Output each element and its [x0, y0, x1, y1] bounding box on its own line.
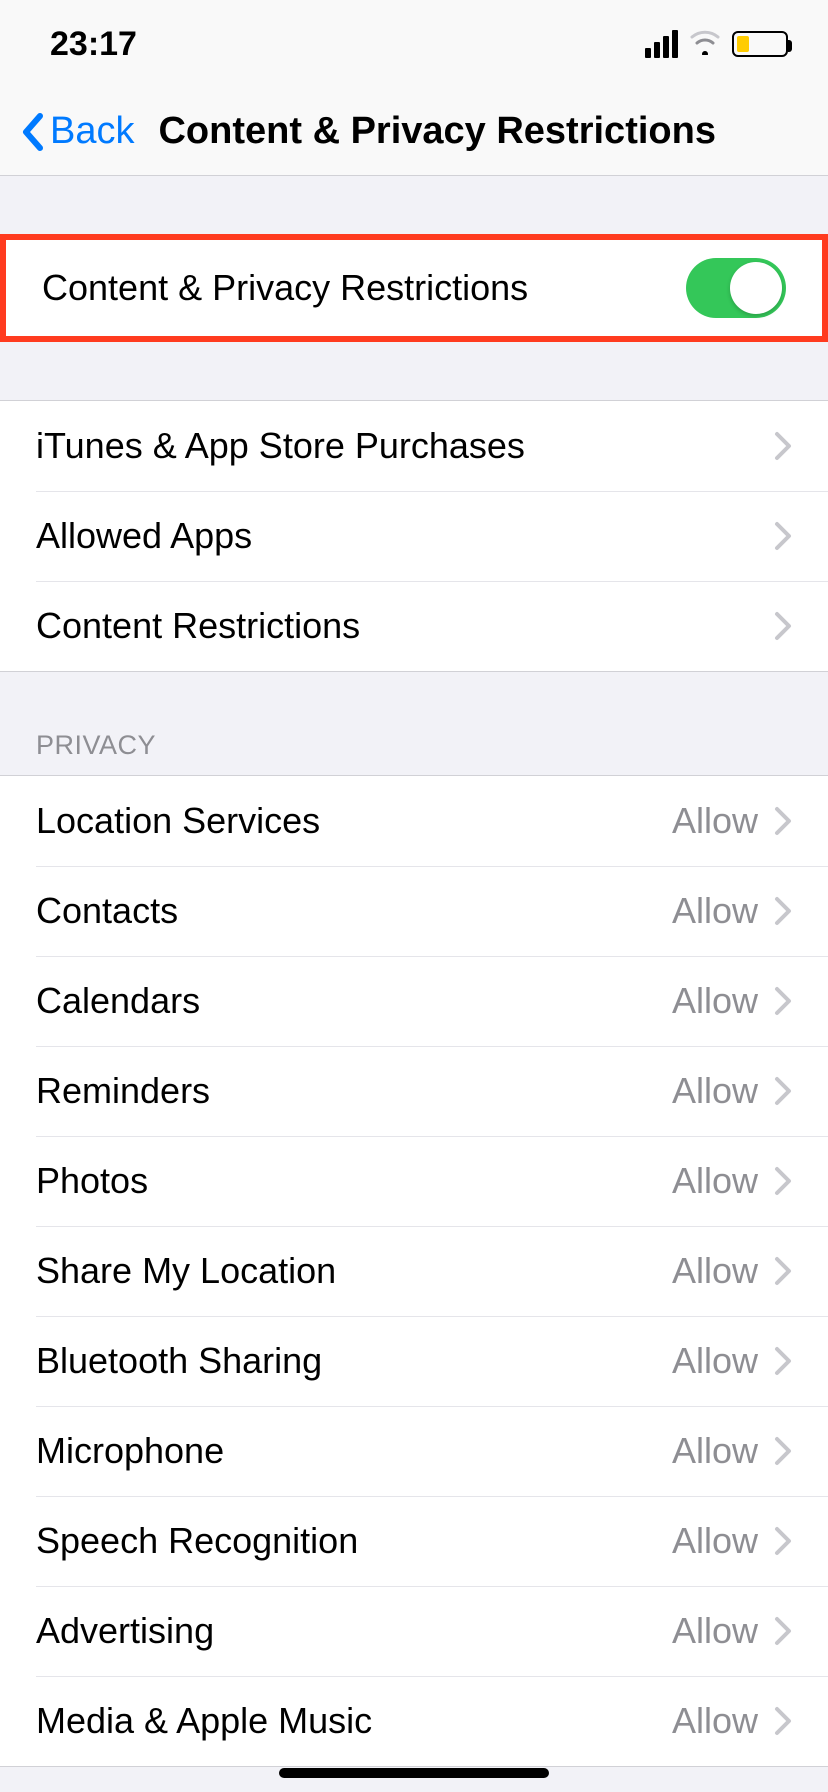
chevron-right-icon — [774, 521, 792, 551]
battery-icon — [732, 31, 788, 57]
chevron-right-icon — [774, 1706, 792, 1736]
chevron-right-icon — [774, 431, 792, 461]
row-label: Share My Location — [36, 1250, 672, 1292]
privacy-group: Location Services Allow Contacts Allow C… — [0, 775, 828, 1767]
wifi-icon — [688, 25, 722, 64]
chevron-right-icon — [774, 1076, 792, 1106]
toggle-label: Content & Privacy Restrictions — [42, 267, 686, 309]
chevron-right-icon — [774, 986, 792, 1016]
row-label: Media & Apple Music — [36, 1700, 672, 1742]
allowed-apps-row[interactable]: Allowed Apps — [0, 491, 828, 581]
row-value: Allow — [672, 1070, 758, 1112]
calendars-row[interactable]: Calendars Allow — [0, 956, 828, 1046]
row-value: Allow — [672, 800, 758, 842]
back-button[interactable]: Back — [10, 110, 134, 153]
row-label: Allowed Apps — [36, 515, 774, 557]
advertising-row[interactable]: Advertising Allow — [0, 1586, 828, 1676]
row-value: Allow — [672, 890, 758, 932]
chevron-right-icon — [774, 1526, 792, 1556]
privacy-group-header: Privacy — [0, 672, 828, 775]
photos-row[interactable]: Photos Allow — [0, 1136, 828, 1226]
microphone-row[interactable]: Microphone Allow — [0, 1406, 828, 1496]
row-label: Location Services — [36, 800, 672, 842]
row-label: Contacts — [36, 890, 672, 932]
row-label: Bluetooth Sharing — [36, 1340, 672, 1382]
row-label: Calendars — [36, 980, 672, 1022]
row-value: Allow — [672, 1250, 758, 1292]
row-value: Allow — [672, 1430, 758, 1472]
row-value: Allow — [672, 1160, 758, 1202]
bluetooth-sharing-row[interactable]: Bluetooth Sharing Allow — [0, 1316, 828, 1406]
chevron-right-icon — [774, 806, 792, 836]
row-label: iTunes & App Store Purchases — [36, 425, 774, 467]
restrictions-group: iTunes & App Store Purchases Allowed App… — [0, 400, 828, 672]
row-label: Reminders — [36, 1070, 672, 1112]
row-value: Allow — [672, 1520, 758, 1562]
chevron-right-icon — [774, 1616, 792, 1646]
content-privacy-toggle-row[interactable]: Content & Privacy Restrictions — [6, 240, 822, 336]
row-label: Speech Recognition — [36, 1520, 672, 1562]
row-label: Content Restrictions — [36, 605, 774, 647]
cellular-signal-icon — [645, 30, 678, 58]
status-time: 23:17 — [50, 25, 137, 64]
chevron-right-icon — [774, 1436, 792, 1466]
home-indicator[interactable] — [279, 1768, 549, 1778]
row-label: Photos — [36, 1160, 672, 1202]
speech-recognition-row[interactable]: Speech Recognition Allow — [0, 1496, 828, 1586]
media-apple-music-row[interactable]: Media & Apple Music Allow — [0, 1676, 828, 1766]
reminders-row[interactable]: Reminders Allow — [0, 1046, 828, 1136]
row-value: Allow — [672, 1610, 758, 1652]
content-privacy-switch[interactable] — [686, 258, 786, 318]
content-restrictions-row[interactable]: Content Restrictions — [0, 581, 828, 671]
status-bar: 23:17 — [0, 0, 828, 88]
highlight-annotation: Content & Privacy Restrictions — [0, 234, 828, 342]
row-value: Allow — [672, 1700, 758, 1742]
chevron-left-icon — [20, 112, 46, 152]
nav-bar: Back Content & Privacy Restrictions — [0, 88, 828, 176]
itunes-purchases-row[interactable]: iTunes & App Store Purchases — [0, 401, 828, 491]
location-services-row[interactable]: Location Services Allow — [0, 776, 828, 866]
row-value: Allow — [672, 980, 758, 1022]
row-value: Allow — [672, 1340, 758, 1382]
page-title: Content & Privacy Restrictions — [158, 110, 715, 153]
chevron-right-icon — [774, 896, 792, 926]
contacts-row[interactable]: Contacts Allow — [0, 866, 828, 956]
chevron-right-icon — [774, 611, 792, 641]
chevron-right-icon — [774, 1256, 792, 1286]
row-label: Microphone — [36, 1430, 672, 1472]
chevron-right-icon — [774, 1346, 792, 1376]
chevron-right-icon — [774, 1166, 792, 1196]
status-indicators — [645, 25, 788, 64]
share-my-location-row[interactable]: Share My Location Allow — [0, 1226, 828, 1316]
row-label: Advertising — [36, 1610, 672, 1652]
back-label: Back — [50, 110, 134, 153]
